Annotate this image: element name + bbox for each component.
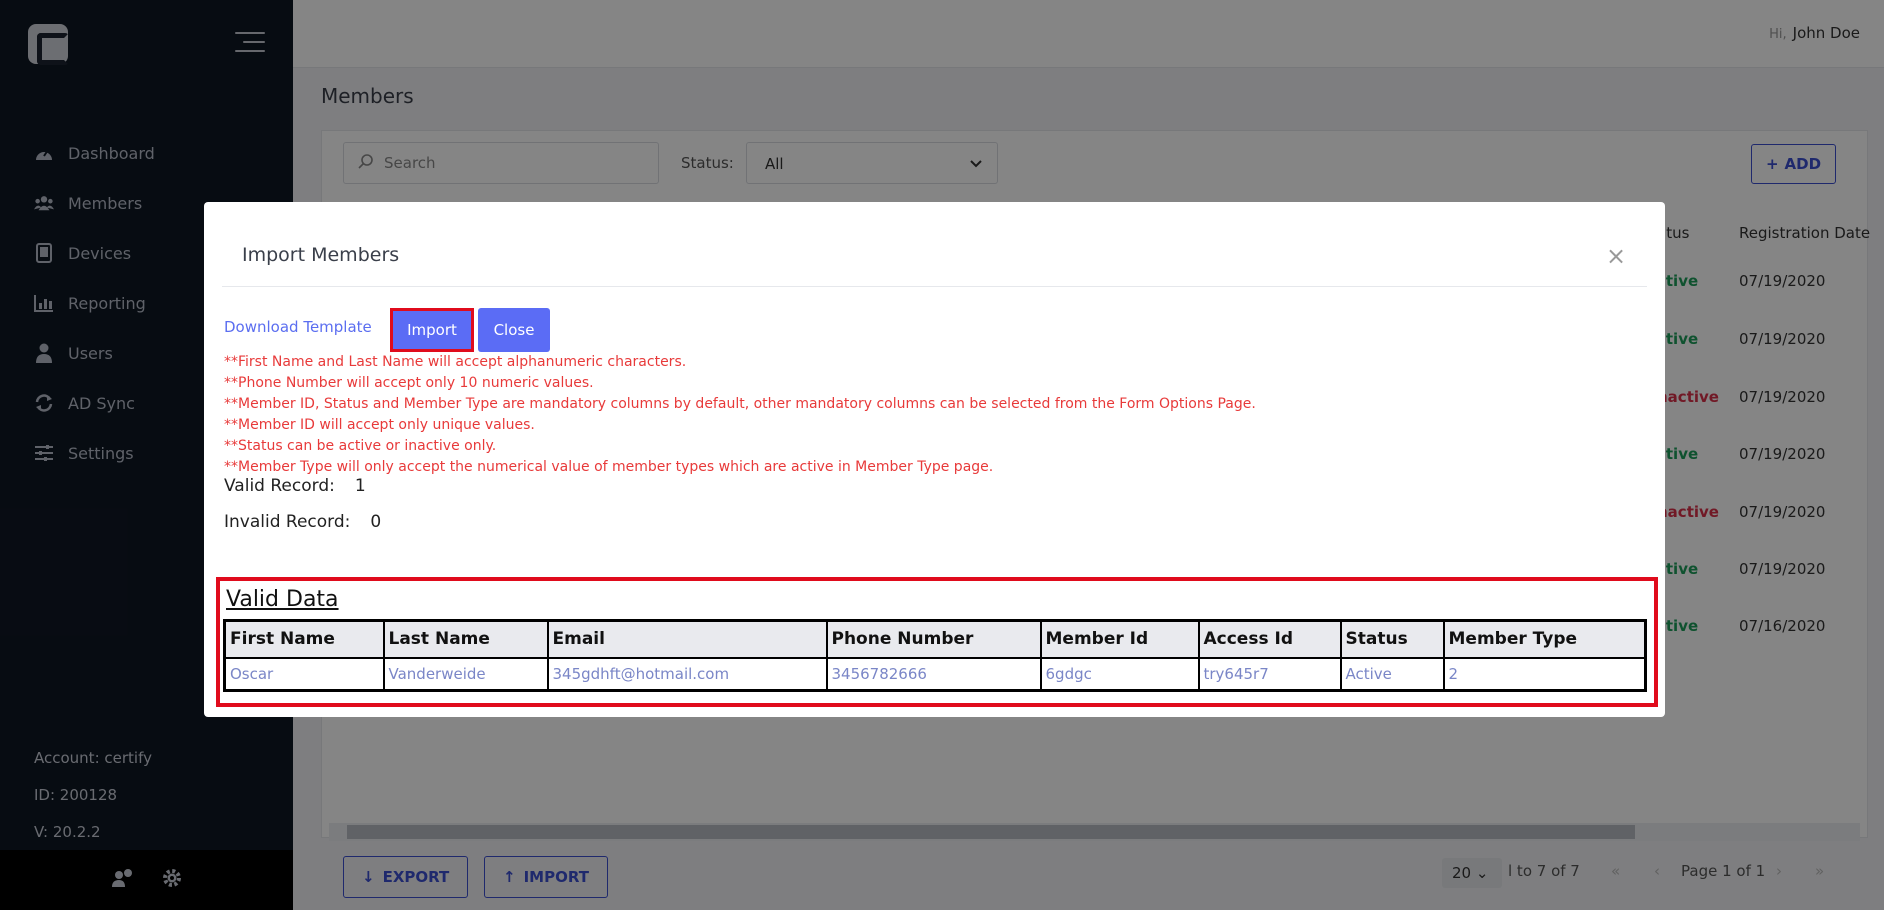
modal-divider xyxy=(222,286,1647,287)
import-members-modal: Import Members × Download Template Impor… xyxy=(204,202,1665,717)
valid-record-count: Valid Record: 1 xyxy=(224,476,366,496)
close-button[interactable]: Close xyxy=(478,308,550,352)
table-cell: try645r7 xyxy=(1197,656,1342,692)
valid-data-section: Valid Data First Name Last Name Email Ph… xyxy=(216,577,1658,707)
table-cell: Vanderweide xyxy=(382,656,549,692)
column-header: Phone Number xyxy=(825,619,1042,659)
column-header: Member Type xyxy=(1442,619,1647,659)
rule-text: **Member Type will only accept the numer… xyxy=(224,459,994,475)
import-rules: **First Name and Last Name will accept a… xyxy=(224,352,1256,478)
rule-text: **Member ID, Status and Member Type are … xyxy=(224,396,1256,412)
table-cell: 2 xyxy=(1442,656,1647,692)
rule-text: **Phone Number will accept only 10 numer… xyxy=(224,375,594,391)
table-cell: 345gdhft@hotmail.com xyxy=(546,656,828,692)
column-header: First Name xyxy=(223,619,385,659)
column-header: Status xyxy=(1339,619,1445,659)
rule-text: **First Name and Last Name will accept a… xyxy=(224,354,687,370)
rule-text: **Status can be active or inactive only. xyxy=(224,438,497,454)
table-cell: 3456782666 xyxy=(825,656,1042,692)
close-icon[interactable]: × xyxy=(1606,242,1626,270)
column-header: Last Name xyxy=(382,619,549,659)
valid-data-table: First Name Last Name Email Phone Number … xyxy=(223,619,1647,692)
table-cell: 6gdgc xyxy=(1039,656,1200,692)
rule-text: **Member ID will accept only unique valu… xyxy=(224,417,535,433)
column-header: Access Id xyxy=(1197,619,1342,659)
modal-title: Import Members xyxy=(242,244,400,266)
valid-record-label: Valid Record: xyxy=(224,476,335,496)
import-submit-button[interactable]: Import xyxy=(390,308,474,352)
invalid-record-label: Invalid Record: xyxy=(224,512,351,532)
column-header: Member Id xyxy=(1039,619,1200,659)
table-cell: Active xyxy=(1339,656,1445,692)
column-header: Email xyxy=(546,619,828,659)
invalid-record-count: Invalid Record: 0 xyxy=(224,512,381,532)
valid-record-value: 1 xyxy=(354,476,366,496)
table-row: Oscar Vanderweide 345gdhft@hotmail.com 3… xyxy=(223,656,1647,692)
table-header-row: First Name Last Name Email Phone Number … xyxy=(223,619,1647,659)
download-template-link[interactable]: Download Template xyxy=(224,318,372,336)
invalid-record-value: 0 xyxy=(370,512,382,532)
valid-data-title: Valid Data xyxy=(226,587,339,612)
table-cell: Oscar xyxy=(223,656,385,692)
